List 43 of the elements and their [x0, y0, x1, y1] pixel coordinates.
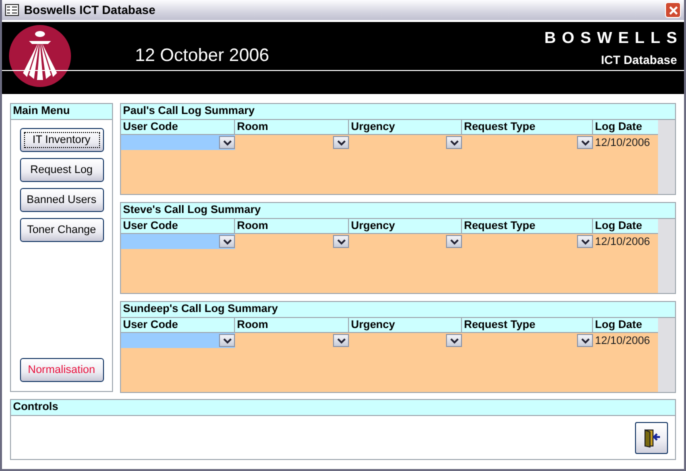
menu-button[interactable]: Request Log: [20, 158, 104, 182]
menu-button[interactable]: Normalisation: [20, 358, 104, 382]
exit-button[interactable]: [635, 422, 668, 454]
panel-title: Main Menu: [11, 104, 112, 120]
column-header: Room: [235, 318, 349, 333]
table-cell-text: 12/10/2006: [594, 234, 652, 249]
column-header: Request Type: [462, 219, 593, 234]
close-icon: [668, 6, 678, 14]
panel-title: Sundeep's Call Log Summary: [121, 302, 675, 318]
scroll-bar[interactable]: [658, 318, 675, 392]
column-header: User Code: [121, 120, 235, 135]
form-icon: [5, 4, 19, 16]
panel-title: Controls: [11, 400, 675, 416]
panel-title: Paul's Call Log Summary: [121, 104, 675, 120]
brand-subtitle: ICT Database: [600, 53, 677, 67]
scroll-bar[interactable]: [658, 219, 675, 293]
column-header: User Code: [121, 318, 235, 333]
table-cell-text: 12/10/2006: [594, 334, 652, 348]
date-label: 12 October 2006: [135, 45, 270, 66]
column-header: User Code: [121, 219, 235, 234]
table-cell-text: 12/10/2006: [594, 136, 652, 150]
menu-button[interactable]: IT Inventory: [20, 128, 104, 152]
combo-field[interactable]: [121, 234, 235, 249]
column-header: Log Date: [593, 318, 658, 333]
column-header: Log Date: [593, 219, 658, 234]
scroll-bar[interactable]: [658, 120, 675, 194]
column-header: Room: [235, 219, 349, 234]
combo-field[interactable]: [121, 333, 235, 348]
column-header: Urgency: [349, 120, 462, 135]
column-header: Urgency: [349, 219, 462, 234]
door-arrow-icon: [642, 428, 662, 448]
close-button[interactable]: [665, 2, 681, 18]
column-header: Urgency: [349, 318, 462, 333]
menu-button[interactable]: Toner Change: [20, 218, 104, 242]
column-header: Request Type: [462, 120, 593, 135]
column-header: Request Type: [462, 318, 593, 333]
window-title: Boswells ICT Database: [24, 3, 156, 17]
panel-title: Steve's Call Log Summary: [121, 203, 675, 219]
menu-button[interactable]: Banned Users: [20, 188, 104, 212]
brand-name: BOSWELLS: [544, 30, 683, 48]
column-header: Log Date: [593, 120, 658, 135]
column-header: Room: [235, 120, 349, 135]
combo-field[interactable]: [121, 135, 235, 150]
